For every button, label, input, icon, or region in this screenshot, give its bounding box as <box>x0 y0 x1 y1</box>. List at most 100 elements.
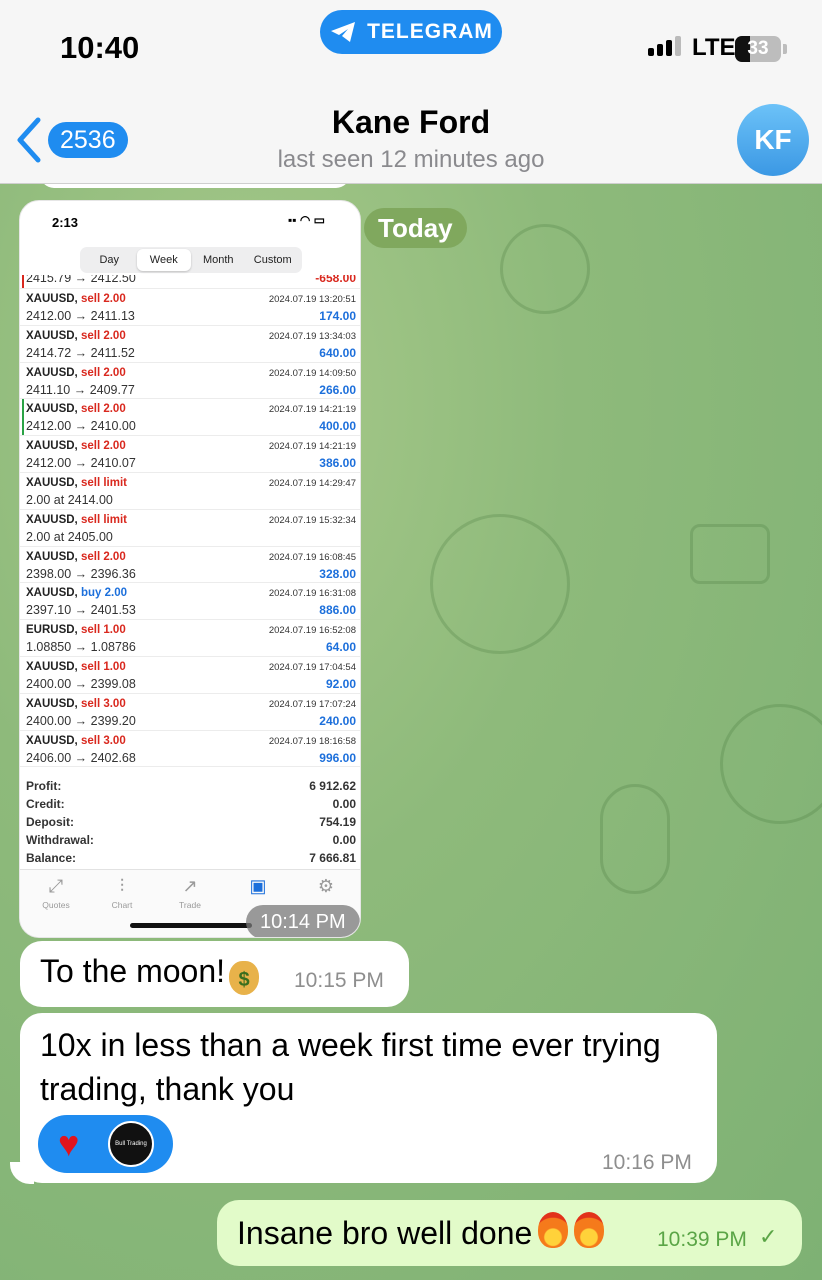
trade-title: EURUSD, sell 1.00 <box>26 624 126 636</box>
trade-profit: 92.00 <box>325 676 356 691</box>
trade-row: XAUUSD, sell 1.00 2400.00 → 2399.08 2024.0… <box>20 657 360 694</box>
trade-symbol: XAUUSD, <box>26 329 78 342</box>
screenshot-clock: 2:13 <box>52 215 79 230</box>
row-marker <box>22 399 24 436</box>
trade-datetime: 2024.07.19 17:04:54 <box>268 661 356 673</box>
trade-icon: ↗ <box>182 876 198 896</box>
summary-row: Withdrawal: 0.00 <box>20 831 360 849</box>
money-bag-icon: $ <box>229 961 259 995</box>
telegram-pill-label: TELEGRAM <box>367 20 493 43</box>
trade-history-list: 2415.79 → 2412.50 -658.00 XAUUSD, sell 2… <box>20 275 360 768</box>
trade-title: XAUUSD, sell 2.00 <box>26 293 126 305</box>
network-type: LTE <box>692 34 736 61</box>
summary-label: Credit: <box>26 797 65 811</box>
trade-prices: 2412.00 → 2410.00 <box>26 419 136 434</box>
reactor-avatar: Bull Trading <box>108 1121 154 1167</box>
last-seen-status: last seen 12 minutes ago <box>277 146 545 173</box>
telegram-pill[interactable]: TELEGRAM <box>320 10 502 54</box>
screenshot-tab: ⚙ <box>296 876 356 900</box>
trade-row: XAUUSD, sell 2.00 2412.00 → 2410.07 2024.0… <box>20 436 360 473</box>
trade-side: sell 1.00 <box>80 660 126 673</box>
summary-value: 6 912.62 <box>309 779 356 793</box>
settings-icon: ⚙ <box>317 876 335 896</box>
fire-icon <box>538 1212 569 1248</box>
chat-area[interactable]: Today 2:13 ▪▪ ◠ ▭ Day Week Month Custom 241… <box>0 184 822 1280</box>
trade-row: XAUUSD, sell limit 2.00 at 2414.00 2024.07… <box>20 473 360 510</box>
battery-icon: 33 <box>735 36 781 62</box>
trade-side: sell 3.00 <box>80 734 126 747</box>
trade-symbol: XAUUSD, <box>26 513 78 526</box>
trade-side: sell 2.00 <box>80 440 126 453</box>
trade-side: sell 3.00 <box>80 697 126 710</box>
trade-symbol: XAUUSD, <box>26 440 78 453</box>
trade-profit: -658.00 <box>315 275 356 285</box>
heart-reaction-icon: ♥ <box>58 1123 80 1164</box>
summary-value: 7 666.81 <box>309 851 356 865</box>
summary-value: 754.19 <box>319 815 356 829</box>
trade-side: sell 2.00 <box>80 293 126 305</box>
message-time: 10:15 PM <box>294 969 384 992</box>
trade-symbol: XAUUSD, <box>26 403 78 416</box>
trade-symbol: EURUSD, <box>26 624 78 637</box>
trade-profit: 328.00 <box>319 566 356 581</box>
incoming-message[interactable]: 10x in less than a week first time ever … <box>20 1013 717 1183</box>
trade-datetime: 2024.07.19 13:34:03 <box>268 330 356 342</box>
date-chip: Today <box>364 208 467 248</box>
trade-row: XAUUSD, sell 2.00 2412.00 → 2410.00 2024.0… <box>20 399 360 437</box>
summary-label: Profit: <box>26 779 62 793</box>
screenshot-status-icons: ▪▪ ◠ ▭ <box>288 213 325 227</box>
trade-title: XAUUSD, sell 3.00 <box>26 698 126 710</box>
status-bar: 10:40 TELEGRAM LTE 33 <box>0 0 822 98</box>
trade-side: sell 2.00 <box>80 550 126 563</box>
screenshot-tab: ⤢ Quotes <box>26 876 86 910</box>
trade-datetime: 2024.07.19 14:21:19 <box>268 404 356 416</box>
trade-prices: 2412.00 → 2410.07 <box>26 456 136 471</box>
row-marker <box>22 275 24 288</box>
outgoing-message[interactable]: Insane bro well done 10:39 PM ✓ <box>217 1200 802 1266</box>
trade-symbol: XAUUSD, <box>26 660 78 673</box>
contact-avatar[interactable]: KF <box>737 104 809 176</box>
trade-row: XAUUSD, sell 2.00 2412.00 → 2411.13 2024.0… <box>20 289 360 326</box>
trade-profit: 174.00 <box>319 309 356 323</box>
screenshot-tab-label: Trade <box>179 900 201 910</box>
screenshot-image-message[interactable]: 2:13 ▪▪ ◠ ▭ Day Week Month Custom 2415.79 →… <box>19 200 361 938</box>
trade-symbol: XAUUSD, <box>26 550 78 563</box>
trade-prices: 2400.00 → 2399.20 <box>26 713 136 728</box>
trade-datetime: 2024.07.19 16:52:08 <box>268 625 356 637</box>
wallpaper-doodle <box>500 224 590 314</box>
screenshot-tab-label: Quotes <box>42 900 70 910</box>
segment-day: Day <box>99 254 120 266</box>
battery-tip <box>783 44 787 54</box>
trade-datetime: 2024.07.19 13:20:51 <box>268 294 356 305</box>
reactions-pill[interactable]: ♥ Bull Trading <box>38 1115 173 1173</box>
trade-title: XAUUSD, sell 2.00 <box>26 403 126 415</box>
summary-label: Withdrawal: <box>26 833 94 847</box>
trade-datetime: 2024.07.19 16:08:45 <box>268 551 356 563</box>
chat-header: 2536 Kane Ford last seen 12 minutes ago … <box>0 98 822 184</box>
trade-datetime: 2024.07.19 14:21:19 <box>268 441 356 453</box>
segment-month: Month <box>202 254 234 266</box>
trade-profit: 240.00 <box>319 713 356 728</box>
trade-datetime: 2024.07.19 16:31:08 <box>268 588 356 600</box>
trade-row: XAUUSD, sell limit 2.00 at 2405.00 2024.07… <box>20 510 360 547</box>
segment-custom: Custom <box>253 254 292 266</box>
trade-profit: 386.00 <box>319 456 356 471</box>
contact-name[interactable]: Kane Ford <box>0 104 822 141</box>
period-segmented-control: Day Week Month Custom <box>80 247 302 273</box>
trade-prices: 2414.72 → 2411.52 <box>26 345 135 360</box>
trade-row: XAUUSD, sell 3.00 2406.00 → 2402.68 2024.0… <box>20 731 360 768</box>
summary-row: Deposit: 754.19 <box>20 813 360 831</box>
trade-profit: 266.00 <box>319 382 356 397</box>
trade-symbol: XAUUSD, <box>26 587 78 600</box>
trade-row: XAUUSD, sell 3.00 2400.00 → 2399.20 2024.0… <box>20 694 360 731</box>
trade-row: XAUUSD, buy 2.00 2397.10 → 2401.53 2024.07… <box>20 583 360 621</box>
trade-side: buy 2.00 <box>80 587 127 600</box>
trade-title: XAUUSD, sell 3.00 <box>26 735 126 747</box>
incoming-message[interactable]: To the moon! $ 10:15 PM <box>20 941 409 1007</box>
trade-prices: 1.08850 → 1.08786 <box>26 640 136 655</box>
trade-title: XAUUSD, sell 1.00 <box>26 661 126 673</box>
trade-datetime: 2024.07.19 14:09:50 <box>268 367 356 379</box>
message-time: 10:16 PM <box>602 1151 692 1174</box>
previous-message-edge <box>40 184 350 188</box>
wallpaper-doodle <box>690 524 770 584</box>
